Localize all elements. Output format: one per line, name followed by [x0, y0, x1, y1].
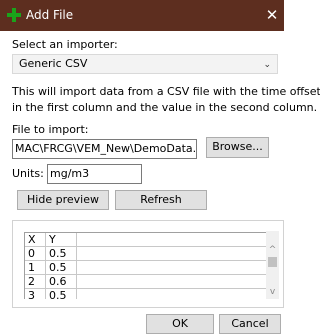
cell-x: 3: [25, 289, 46, 299]
cell-x: 0: [25, 247, 46, 261]
units-label: Units:: [12, 167, 44, 180]
chevron-down-icon: ⌄: [263, 60, 271, 70]
importer-description: This will import data from a CSV file wi…: [12, 84, 320, 116]
column-header-x: X: [25, 233, 46, 247]
cell-y: 0.5: [47, 261, 77, 275]
scroll-up-icon[interactable]: ^: [266, 245, 279, 255]
cell-y: 0.5: [47, 289, 77, 299]
cell-y: 0.6: [47, 275, 77, 289]
cancel-button[interactable]: Cancel: [219, 314, 281, 334]
importer-select[interactable]: Generic CSV ⌄: [12, 54, 278, 74]
close-icon[interactable]: ✕: [264, 6, 280, 24]
file-path-field[interactable]: MAC\FRCG\VEM_New\DemoData.csv: [12, 139, 197, 159]
cell-x: 1: [25, 261, 46, 275]
table-row[interactable]: 3 0.5: [25, 289, 269, 299]
browse-button[interactable]: Browse...: [206, 137, 269, 158]
refresh-button[interactable]: Refresh: [115, 190, 207, 210]
table-row[interactable]: 0 0.5: [25, 247, 269, 261]
importer-label: Select an importer:: [12, 38, 118, 51]
title-bar: Add File ✕: [0, 0, 284, 31]
add-icon: [7, 8, 21, 22]
preview-scrollbar[interactable]: ^ v: [266, 231, 279, 299]
description-line-2: in the first column and the value in the…: [12, 101, 318, 114]
column-header-y: Y: [47, 233, 77, 247]
ok-button[interactable]: OK: [146, 314, 214, 334]
description-line-1: This will import data from a CSV file wi…: [12, 85, 320, 98]
grid-header-row: X Y: [25, 233, 269, 247]
window-title: Add File: [26, 8, 74, 22]
table-row[interactable]: 1 0.5: [25, 261, 269, 275]
cell-y: 0.5: [47, 247, 77, 261]
units-field[interactable]: mg/m3: [47, 164, 142, 184]
cell-x: 2: [25, 275, 46, 289]
table-row[interactable]: 2 0.6: [25, 275, 269, 289]
scroll-thumb[interactable]: [268, 257, 277, 267]
scroll-down-icon[interactable]: v: [266, 287, 279, 297]
file-label: File to import:: [12, 123, 89, 136]
preview-panel: X Y 0 0.5 1 0.5 2 0.6 3 0.5: [12, 220, 284, 308]
preview-grid[interactable]: X Y 0 0.5 1 0.5 2 0.6 3 0.5: [24, 232, 269, 299]
hide-preview-button[interactable]: Hide preview: [17, 190, 109, 210]
importer-selected-value: Generic CSV: [19, 57, 88, 70]
